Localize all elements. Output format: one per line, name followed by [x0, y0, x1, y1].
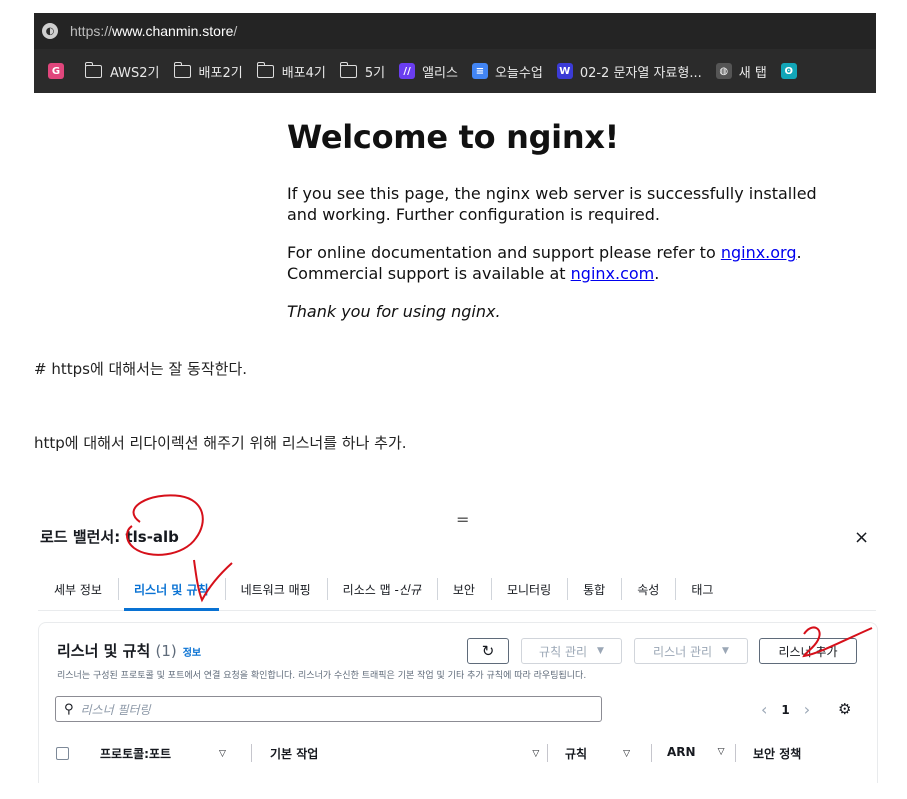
tab-item[interactable]: 태그 [675, 568, 729, 610]
bookmark-label: 5기 [364, 65, 386, 81]
bookmark-item[interactable]: 배포2기 [173, 61, 243, 81]
elice-icon: // [399, 63, 416, 79]
caret-down-icon: ▼ [597, 646, 604, 656]
bookmark-label: 오늘수업 [494, 65, 543, 81]
refresh-icon: ↻ [481, 642, 495, 660]
card-description: 리스너는 구성된 프로토콜 및 포트에서 연결 요청을 확인합니다. 리스너가 … [57, 671, 587, 681]
gear-icon[interactable]: ⚙ [838, 700, 851, 718]
manage-rules-button[interactable]: 규칙 관리 ▼ [521, 638, 622, 664]
bookmark-label: 새 탭 [738, 65, 767, 81]
thanks-paragraph: Thank you for using nginx. [287, 302, 501, 321]
next-page-icon[interactable]: › [804, 700, 810, 719]
sort-icon: ▽ [623, 748, 631, 759]
tab-item[interactable]: 리소스 맵 - 신규 [326, 568, 437, 610]
page-title: Welcome to nginx! [287, 118, 619, 156]
folder-icon [339, 61, 357, 78]
bookmark-label: 배포2기 [198, 65, 243, 81]
tab-item[interactable]: 리스너 및 규칙 [117, 568, 225, 611]
sort-icon: ▽ [219, 748, 226, 759]
column-arn[interactable]: ARN ▽ [667, 745, 725, 759]
search-icon: ⚲ [64, 701, 74, 717]
info-link[interactable]: 정보 [183, 648, 201, 659]
load-balancer-title: 로드 밸런서: tls-alb [40, 528, 179, 546]
tab-bar: 세부 정보 리스너 및 규칙 네트워크 매핑 리소스 맵 - 신규 보안 모니터링 통합 속성… [38, 568, 876, 611]
tab-item[interactable]: 속성 [621, 568, 675, 610]
select-all-checkbox[interactable] [56, 747, 69, 760]
table-header: 프로토콜:포트 ▽ 기본 작업 ▽ 규칙 ▽ ARN ▽ 보안 정책 [38, 738, 876, 768]
bookmark-item[interactable]: 배포4기 [256, 61, 326, 81]
column-rules[interactable]: 규칙 ▽ [565, 745, 630, 762]
bookmark-item[interactable]: G [48, 63, 71, 79]
address-bar[interactable]: ◐ https://www.chanmin.store/ [34, 13, 876, 49]
column-default-action[interactable]: 기본 작업 ▽ [270, 745, 539, 762]
load-balancer-name: tls-alb [125, 528, 179, 546]
sort-icon: ▽ [532, 748, 540, 759]
caret-down-icon: ▼ [722, 646, 729, 656]
note-http-redirect: http에 대해서 리다이렉션 해주기 위해 리스너를 하나 추가. [34, 434, 407, 452]
bookmark-item[interactable]: // 앨리스 [399, 62, 458, 81]
grammarly-icon: G [48, 63, 64, 79]
bookmark-item[interactable]: ≡ 오늘수업 [471, 62, 543, 81]
manage-listeners-button[interactable]: 리스너 관리 ▼ [634, 638, 748, 664]
column-protocol-port[interactable]: 프로토콜:포트 ▽ [100, 745, 226, 762]
wikidocs-icon: W [556, 63, 573, 79]
tab-item[interactable]: 네트워크 매핑 [224, 568, 327, 610]
bookmark-item[interactable]: W 02-2 문자열 자료형... [556, 62, 702, 81]
url-text[interactable]: https://www.chanmin.store/ [70, 23, 237, 39]
sort-icon: ▽ [717, 747, 725, 757]
bookmark-item[interactable]: AWS2기 [85, 61, 160, 81]
bookmark-label: 02-2 문자열 자료형... [579, 65, 702, 81]
site-info-icon[interactable]: ◐ [42, 23, 58, 39]
listener-count: (1) [155, 642, 177, 660]
tab-item[interactable]: 통합 [567, 568, 621, 610]
tab-item[interactable]: 보안 [436, 568, 491, 610]
bookmark-item[interactable]: ʘ [780, 63, 804, 79]
nginx-com-link[interactable]: nginx.com [571, 264, 655, 283]
tab-item[interactable]: 모니터링 [490, 568, 567, 610]
bookmark-label: 배포4기 [281, 65, 326, 81]
docs-icon: ≡ [471, 63, 488, 79]
support-paragraph: For online documentation and support ple… [287, 243, 802, 283]
refresh-button[interactable]: ↻ [467, 638, 509, 664]
folder-icon [85, 61, 102, 78]
globe-icon: ◍ [715, 63, 732, 79]
tab-item[interactable]: 세부 정보 [38, 568, 118, 610]
note-https: # https에 대해서는 잘 동작한다. [34, 360, 248, 378]
page-number[interactable]: 1 [781, 703, 789, 717]
folder-icon [173, 61, 191, 78]
folder-icon [256, 61, 274, 78]
nginx-org-link[interactable]: nginx.org [721, 243, 797, 262]
prev-page-icon[interactable]: ‹ [761, 700, 767, 719]
bookmarks-bar: G AWS2기 배포2기 배포4기 5기 // 앨리스 ≡ 오늘수업 W 02-2 문자열 자료형.… [34, 49, 876, 93]
listener-filter-input[interactable]: ⚲ 리스너 필터링 [55, 696, 602, 722]
pagination: ‹ 1 › [761, 700, 810, 719]
card-title: 리스너 및 규칙 (1) 정보 [57, 642, 202, 660]
bookmark-label: AWS2기 [110, 65, 160, 81]
column-security-policy[interactable]: 보안 정책 [753, 745, 801, 762]
intro-paragraph: If you see this page, the nginx web serv… [287, 184, 817, 224]
bookmark-label: 앨리스 [422, 65, 458, 81]
drag-handle[interactable]: = [456, 510, 469, 529]
bookmark-item[interactable]: 5기 [339, 61, 386, 81]
add-listener-button[interactable]: 리스너 추가 [759, 638, 857, 664]
bookmark-item[interactable]: ◍ 새 탭 [715, 62, 767, 81]
close-panel-button[interactable]: × [854, 527, 869, 548]
app-icon: ʘ [780, 63, 797, 79]
